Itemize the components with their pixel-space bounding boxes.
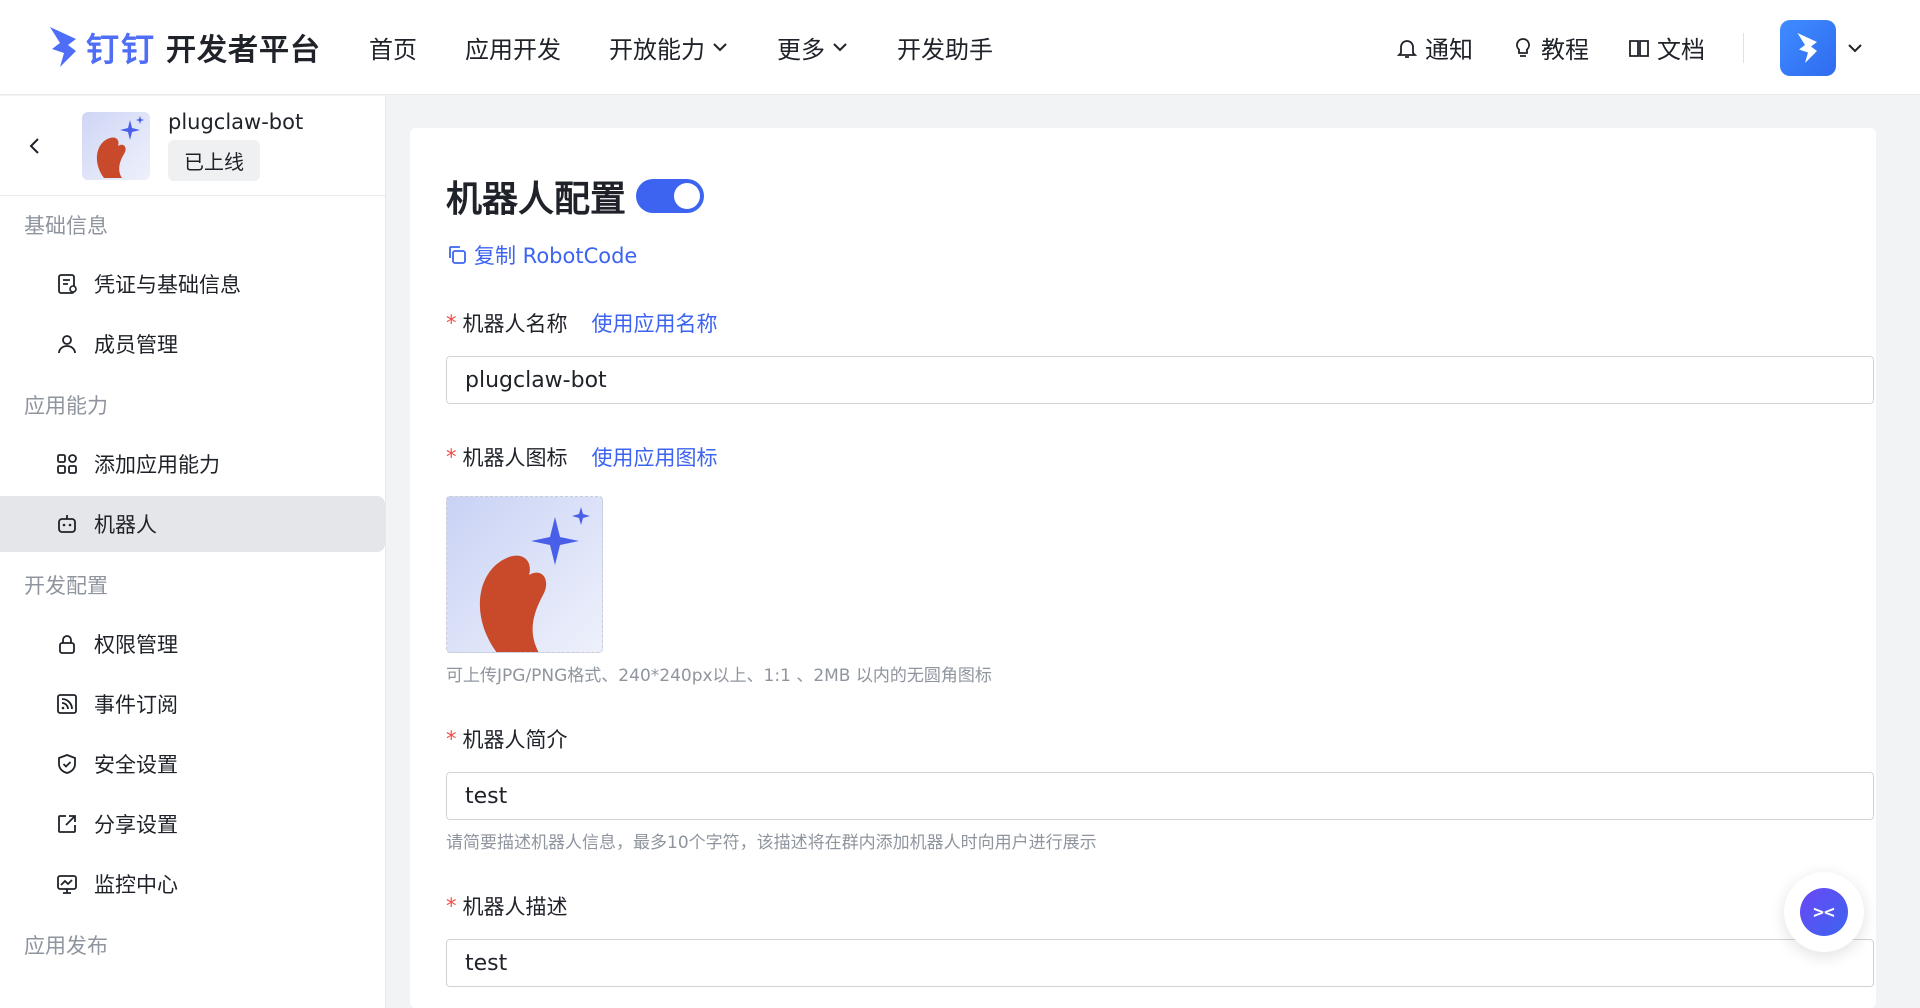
sidebar-item-robot[interactable]: 机器人 (0, 496, 385, 552)
icon-hint: 可上传JPG/PNG格式、240*240px以上、1:1 、2MB 以内的无圆角… (446, 666, 992, 686)
robot-name-label: * 机器人名称 使用应用名称 (446, 308, 1840, 338)
robot-intro-label: * 机器人简介 (446, 727, 568, 752)
notify-button[interactable]: 通知 (1395, 30, 1473, 65)
nav-home[interactable]: 首页 (369, 30, 417, 65)
robot-name-input[interactable]: plugclaw-bot (446, 356, 1874, 404)
back-arrow-icon[interactable] (24, 135, 46, 157)
bell-icon (1396, 39, 1418, 58)
share-icon (58, 815, 76, 833)
toggle-knob (674, 183, 701, 209)
sidebar-item-members[interactable]: 成员管理 (0, 316, 385, 372)
intro-hint: 请简要描述机器人信息，最多10个字符，该描述将在群内添加机器人时向用户进行展示 (446, 833, 1097, 853)
copy-robotcode-link[interactable]: 复制 RobotCode (446, 240, 1840, 270)
robot-icon (58, 515, 76, 533)
tutorial-button[interactable]: 教程 (1511, 30, 1589, 65)
sidebar-item-credentials[interactable]: 凭证与基础信息 (0, 256, 385, 312)
app-name: plugclaw-bot (168, 110, 304, 134)
assistant-float-button[interactable]: >< (1784, 872, 1864, 952)
credential-icon (58, 274, 77, 294)
nav-dev-assistant[interactable]: 开发助手 (897, 30, 993, 65)
sidebar-item-add-capability[interactable]: 添加应用能力 (0, 436, 385, 492)
app-header: plugclaw-bot 已上线 (0, 96, 385, 196)
nav-more[interactable]: 更多 (777, 30, 849, 65)
main-nav: 首页 应用开发 开放能力 更多 开发助手 (369, 30, 1041, 65)
robot-intro-input[interactable]: test (446, 772, 1874, 820)
required-mark: * (446, 894, 457, 918)
lightbulb-icon (1516, 37, 1530, 57)
required-mark: * (446, 727, 457, 751)
nav-app-dev[interactable]: 应用开发 (465, 30, 561, 65)
use-app-name-link[interactable]: 使用应用名称 (592, 308, 718, 338)
required-mark: * (446, 311, 457, 335)
sidebar-item-security[interactable]: 安全设置 (0, 736, 385, 792)
robot-desc-input[interactable]: test (446, 939, 1874, 987)
rss-icon (57, 694, 77, 714)
divider (1743, 32, 1744, 63)
lock-icon (59, 635, 75, 654)
chevron-down-icon[interactable] (1846, 39, 1864, 57)
robot-icon-upload[interactable] (446, 496, 603, 653)
group-title-dev-config: 开发配置 (24, 574, 108, 598)
group-title-basic: 基础信息 (24, 214, 108, 238)
sidebar: plugclaw-bot 已上线 基础信息 凭证与基础信息 成员管理 应用能力 … (0, 96, 386, 1008)
group-title-capability: 应用能力 (24, 394, 108, 418)
sidebar-item-permissions[interactable]: 权限管理 (0, 616, 385, 672)
sidebar-item-share[interactable]: 分享设置 (0, 796, 385, 852)
required-mark: * (446, 445, 457, 469)
copy-icon (449, 246, 466, 264)
sidebar-item-events[interactable]: 事件订阅 (0, 676, 385, 732)
group-title-publish: 应用发布 (24, 934, 108, 958)
crab-claw-icon (96, 115, 144, 178)
sidebar-item-monitor[interactable]: 监控中心 (0, 856, 385, 912)
book-icon (1629, 39, 1649, 57)
chevron-down-icon (833, 43, 847, 52)
grid-add-icon (57, 454, 77, 474)
monitor-icon (57, 875, 77, 894)
dingtalk-logo-icon (50, 27, 76, 67)
assistant-icon: >< (1800, 888, 1848, 936)
top-navbar: 钉钉 开发者平台 首页 应用开发 开放能力 更多 开发助手 通知 教程 文档 (0, 0, 1920, 95)
logo-brand: 钉钉 (86, 30, 156, 69)
docs-button[interactable]: 文档 (1627, 30, 1705, 65)
robot-desc-label: * 机器人描述 (446, 894, 568, 919)
user-avatar[interactable] (1780, 19, 1836, 76)
logo-text: 开发者平台 (166, 33, 321, 68)
robot-config-panel: 机器人配置 复制 RobotCode * 机器人名称 使用应用名称 plugcl… (410, 128, 1876, 1008)
robot-enable-toggle[interactable] (636, 179, 705, 213)
logo[interactable]: 钉钉 开发者平台 (46, 23, 321, 71)
robot-icon-label: * 机器人图标 使用应用图标 (446, 442, 1840, 472)
dingtalk-logo-icon (1797, 32, 1817, 63)
user-icon (58, 335, 76, 354)
crab-claw-icon (479, 507, 590, 652)
status-badge: 已上线 (168, 140, 260, 181)
nav-open-capability[interactable]: 开放能力 (609, 30, 729, 65)
page-title: 机器人配置 (446, 179, 627, 220)
app-thumbnail (82, 111, 150, 180)
chevron-down-icon (713, 43, 727, 52)
shield-icon (58, 754, 76, 774)
use-app-icon-link[interactable]: 使用应用图标 (592, 442, 718, 472)
